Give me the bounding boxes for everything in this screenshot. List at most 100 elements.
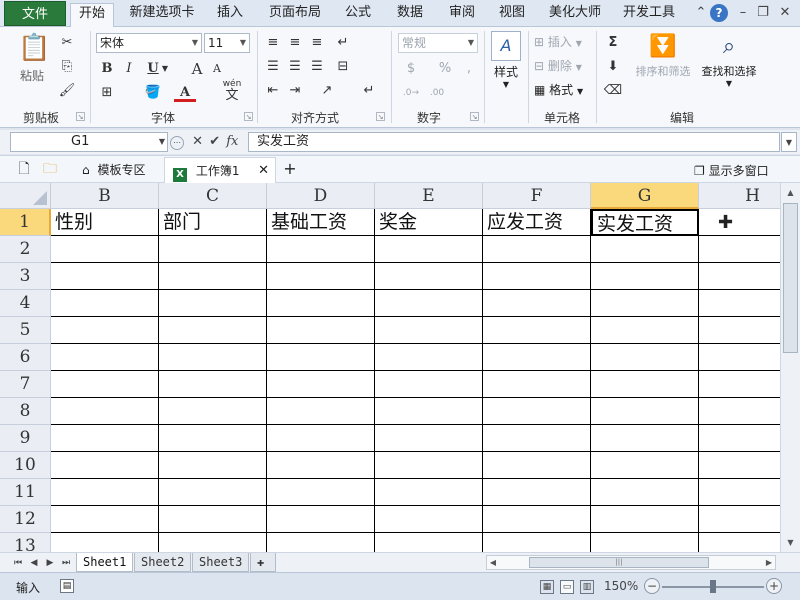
find-select-button[interactable]: ⌕ 查找和选择 ▼	[696, 31, 762, 88]
cell-h7[interactable]	[699, 371, 780, 398]
cell-h8[interactable]	[699, 398, 780, 425]
cell-f4[interactable]	[483, 290, 591, 317]
row-header-13[interactable]: 13	[0, 533, 51, 552]
next-sheet-icon[interactable]: ▶	[44, 555, 56, 571]
ribbon-collapse-icon[interactable]: ⌃	[692, 4, 710, 22]
row-header-4[interactable]: 4	[0, 290, 51, 317]
cell-b8[interactable]	[51, 398, 159, 425]
zoom-in-icon[interactable]: +	[766, 578, 782, 594]
delete-cells-button[interactable]: ⊟ 删除 ▼	[534, 57, 590, 74]
cell-e9[interactable]	[375, 425, 483, 452]
tab-beautify-master[interactable]: 美化大师	[542, 3, 608, 27]
cell-e3[interactable]	[375, 263, 483, 290]
tab-template-zone[interactable]: ⌂ 模板专区	[76, 157, 162, 183]
row-header-8[interactable]: 8	[0, 398, 51, 425]
tab-formulas[interactable]: 公式	[336, 3, 380, 27]
wrap-text-icon[interactable]: ↵	[332, 33, 354, 53]
cell-e6[interactable]	[375, 344, 483, 371]
row-header-11[interactable]: 11	[0, 479, 51, 506]
row-header-7[interactable]: 7	[0, 371, 51, 398]
open-folder-icon[interactable]: 🗀	[42, 161, 58, 177]
scroll-left-icon[interactable]: ◀	[487, 556, 499, 569]
cell-b1[interactable]: 性别	[51, 209, 159, 236]
cell-d8[interactable]	[267, 398, 375, 425]
vertical-scrollbar[interactable]: ▲ ▼	[780, 183, 800, 552]
cell-c1[interactable]: 部门	[159, 209, 267, 236]
font-launcher-icon[interactable]: ↘	[244, 112, 253, 121]
cell-b13[interactable]	[51, 533, 159, 552]
normal-view-icon[interactable]: ▦	[540, 580, 554, 594]
cell-b5[interactable]	[51, 317, 159, 344]
horizontal-scrollbar[interactable]: ◀ ||| ▶	[486, 555, 776, 570]
cell-e5[interactable]	[375, 317, 483, 344]
confirm-entry-icon[interactable]: ✔	[209, 134, 220, 149]
currency-icon[interactable]: $	[400, 59, 422, 79]
copy-icon[interactable]: ⎘	[56, 57, 78, 77]
merge-center-icon[interactable]: ⊟	[332, 57, 354, 77]
column-header-c[interactable]: C	[159, 183, 267, 209]
scroll-right-icon[interactable]: ▶	[763, 556, 775, 569]
cell-c5[interactable]	[159, 317, 267, 344]
first-sheet-icon[interactable]: ⏮	[12, 555, 24, 571]
macro-record-icon[interactable]: ▤	[60, 579, 74, 593]
tab-review[interactable]: 审阅	[440, 3, 484, 27]
orientation-icon[interactable]: ↗	[316, 81, 338, 101]
cell-g7[interactable]	[591, 371, 699, 398]
cell-c8[interactable]	[159, 398, 267, 425]
tab-developer[interactable]: 开发工具	[616, 3, 682, 27]
cell-h2[interactable]	[699, 236, 780, 263]
fill-icon[interactable]: ⬇	[602, 57, 624, 77]
increase-decimal-icon[interactable]: .0→	[400, 83, 422, 103]
cell-h5[interactable]	[699, 317, 780, 344]
cell-f6[interactable]	[483, 344, 591, 371]
cell-d4[interactable]	[267, 290, 375, 317]
column-header-f[interactable]: F	[483, 183, 591, 209]
row-header-12[interactable]: 12	[0, 506, 51, 533]
row-header-9[interactable]: 9	[0, 425, 51, 452]
formula-input[interactable]: 实发工资	[248, 132, 780, 152]
cell-d13[interactable]	[267, 533, 375, 552]
scroll-down-icon[interactable]: ▼	[783, 535, 798, 550]
cell-f5[interactable]	[483, 317, 591, 344]
help-icon[interactable]: ?	[710, 4, 728, 22]
align-top-icon[interactable]: ≡	[262, 33, 284, 53]
italic-button[interactable]: I	[118, 59, 140, 79]
name-box[interactable]: G1 ▼	[10, 132, 168, 152]
cell-e13[interactable]	[375, 533, 483, 552]
cell-d11[interactable]	[267, 479, 375, 506]
horizontal-scroll-thumb[interactable]: |||	[529, 557, 709, 568]
align-left-icon[interactable]: ☰	[262, 57, 284, 77]
cell-b10[interactable]	[51, 452, 159, 479]
cut-icon[interactable]: ✂	[56, 33, 78, 53]
align-middle-icon[interactable]: ≡	[284, 33, 306, 53]
decrease-decimal-icon[interactable]: .00	[426, 83, 448, 103]
cell-g8[interactable]	[591, 398, 699, 425]
tab-view[interactable]: 视图	[490, 3, 534, 27]
formula-options-icon[interactable]: ⋯	[170, 136, 184, 150]
cell-f11[interactable]	[483, 479, 591, 506]
cell-c7[interactable]	[159, 371, 267, 398]
cell-h3[interactable]	[699, 263, 780, 290]
text-direction-icon[interactable]: ↵	[358, 81, 380, 101]
sheet-tab-2[interactable]: Sheet2	[134, 553, 192, 572]
cell-b11[interactable]	[51, 479, 159, 506]
cell-h13[interactable]	[699, 533, 780, 552]
cell-c3[interactable]	[159, 263, 267, 290]
cell-b4[interactable]	[51, 290, 159, 317]
cell-g9[interactable]	[591, 425, 699, 452]
cell-g4[interactable]	[591, 290, 699, 317]
cell-f3[interactable]	[483, 263, 591, 290]
cell-c10[interactable]	[159, 452, 267, 479]
cell-h12[interactable]	[699, 506, 780, 533]
cell-e12[interactable]	[375, 506, 483, 533]
cell-e4[interactable]	[375, 290, 483, 317]
cell-f2[interactable]	[483, 236, 591, 263]
tab-data[interactable]: 数据	[388, 3, 432, 27]
bold-button[interactable]: B	[96, 59, 118, 79]
cell-f10[interactable]	[483, 452, 591, 479]
row-header-3[interactable]: 3	[0, 263, 51, 290]
cell-e10[interactable]	[375, 452, 483, 479]
format-cells-button[interactable]: ▦ 格式 ▼	[534, 81, 590, 98]
insert-cells-button[interactable]: ⊞ 插入 ▼	[534, 33, 590, 50]
cell-d3[interactable]	[267, 263, 375, 290]
